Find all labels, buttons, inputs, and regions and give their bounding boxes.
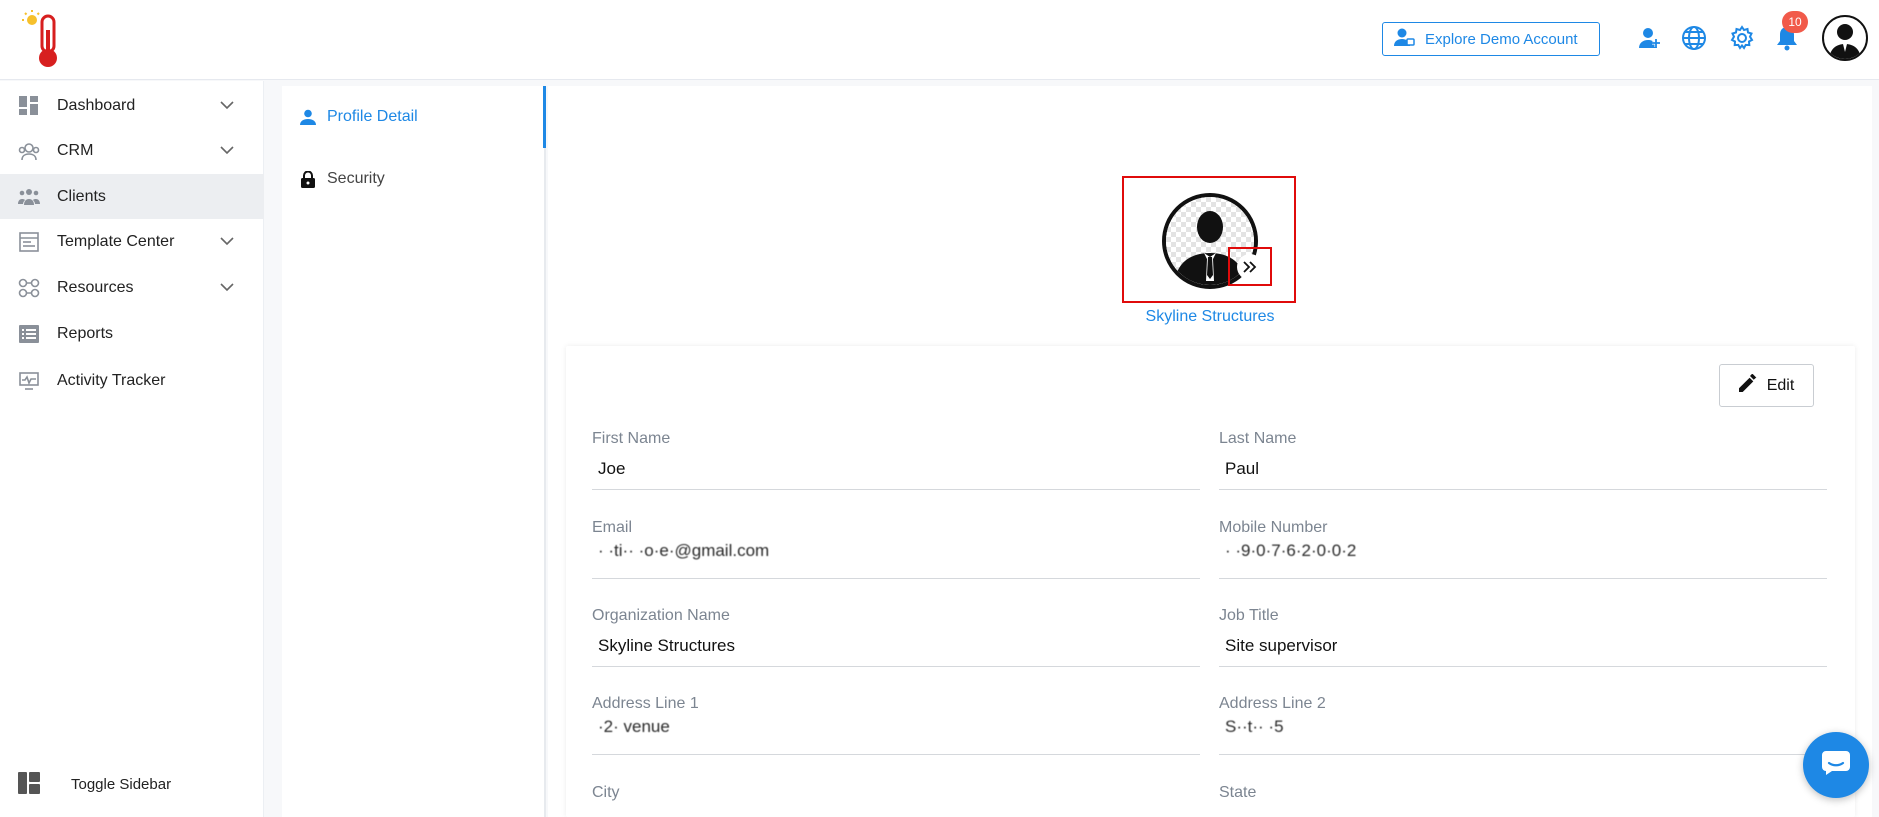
clients-icon — [18, 186, 40, 208]
field-label: Mobile Number — [1219, 519, 1328, 536]
sidebar-item-crm[interactable]: CRM — [0, 128, 264, 173]
thermometer-logo-icon[interactable] — [18, 8, 78, 70]
sidebar-item-dashboard[interactable]: Dashboard — [0, 83, 264, 128]
field-value: ·2· venue — [598, 717, 670, 736]
person-icon — [299, 108, 317, 126]
last-name-field[interactable]: Last Name Paul — [1219, 430, 1827, 490]
top-header: Explore Demo Account 10 — [0, 0, 1879, 80]
sidebar-item-clients[interactable]: Clients — [0, 174, 264, 219]
field-label: Email — [592, 519, 633, 536]
tab-profile-detail[interactable]: Profile Detail — [282, 97, 544, 137]
edit-label: Edit — [1766, 376, 1795, 394]
field-value: · ·9·0·7·6·2·0·0·2 — [1225, 541, 1357, 560]
field-label: Address Line 1 — [592, 695, 699, 712]
email-field[interactable]: Email · ·ti·· ·o·e·@gmail.com — [592, 519, 1200, 579]
state-field[interactable]: State — [1219, 784, 1827, 817]
chat-support-button[interactable] — [1803, 732, 1869, 798]
field-label: City — [592, 784, 620, 801]
activity-icon — [18, 370, 40, 392]
field-label: Address Line 2 — [1219, 695, 1326, 712]
sidebar-item-label: CRM — [57, 141, 94, 159]
toggle-sidebar-button[interactable]: Toggle Sidebar — [0, 764, 264, 804]
field-label: Job Title — [1219, 607, 1279, 624]
job-title-field[interactable]: Job Title Site supervisor — [1219, 607, 1827, 667]
explore-demo-label: Explore Demo Account — [1425, 30, 1578, 48]
sidebar-item-label: Template Center — [57, 232, 175, 250]
address-line-1-field[interactable]: Address Line 1 ·2· venue — [592, 695, 1200, 755]
field-value: Site supervisor — [1225, 636, 1338, 655]
address-line-2-field[interactable]: Address Line 2 S··t·· ·5 — [1219, 695, 1827, 755]
add-user-icon[interactable] — [1636, 24, 1664, 52]
tab-profile-detail-label: Profile Detail — [327, 108, 418, 125]
company-name: Skyline Structures — [1145, 308, 1275, 325]
globe-icon[interactable] — [1680, 24, 1708, 52]
dashboard-icon — [18, 95, 40, 117]
field-value: Skyline Structures — [598, 636, 735, 655]
sidebar-item-label: Activity Tracker — [57, 371, 166, 389]
pencil-icon — [1738, 374, 1757, 397]
lock-icon — [299, 170, 317, 188]
chat-icon — [1822, 750, 1850, 780]
sidebar-item-resources[interactable]: Resources — [0, 265, 264, 310]
chevron-down-icon — [220, 146, 234, 155]
tab-security-label: Security — [327, 170, 385, 187]
field-label: State — [1219, 784, 1257, 801]
toggle-sidebar-label: Toggle Sidebar — [71, 775, 172, 793]
change-picture-button[interactable] — [1228, 247, 1272, 286]
tab-security[interactable]: Security — [282, 159, 544, 199]
field-value: S··t·· ·5 — [1225, 717, 1284, 736]
first-name-field[interactable]: First Name Joe — [592, 430, 1200, 490]
sidebar-item-reports[interactable]: Reports — [0, 311, 264, 356]
sidebar-item-label: Resources — [57, 278, 134, 296]
chevron-down-icon — [220, 237, 234, 246]
field-value: · ·ti·· ·o·e·@gmail.com — [598, 541, 770, 560]
reports-icon — [18, 323, 40, 345]
organization-name-field[interactable]: Organization Name Skyline Structures — [592, 607, 1200, 667]
crm-icon — [18, 140, 40, 162]
double-chevron-right-icon — [1237, 253, 1263, 280]
city-field[interactable]: City — [592, 784, 1200, 817]
template-icon — [18, 231, 40, 253]
sidebar-item-activity-tracker[interactable]: Activity Tracker — [0, 358, 264, 403]
field-value: Paul — [1225, 459, 1260, 478]
gear-icon[interactable] — [1728, 24, 1756, 52]
mobile-number-field[interactable]: Mobile Number · ·9·0·7·6·2·0·0·2 — [1219, 519, 1827, 579]
field-label: First Name — [592, 430, 671, 447]
notification-badge: 10 — [1782, 11, 1808, 33]
sidebar-item-label: Clients — [57, 187, 106, 205]
user-switch-icon — [1393, 27, 1415, 51]
sidebar-item-label: Reports — [57, 324, 114, 342]
edit-button[interactable]: Edit — [1719, 364, 1814, 407]
field-label: Last Name — [1219, 430, 1297, 447]
sidebar-item-template-center[interactable]: Template Center — [0, 219, 264, 264]
field-value: Joe — [598, 459, 626, 478]
chevron-down-icon — [220, 283, 234, 292]
chevron-down-icon — [220, 101, 234, 110]
sidebar-toggle-icon — [18, 772, 42, 796]
field-label: Organization Name — [592, 607, 730, 624]
explore-demo-account-button[interactable]: Explore Demo Account — [1382, 22, 1600, 56]
user-avatar[interactable] — [1822, 15, 1868, 61]
resources-icon — [18, 277, 40, 299]
sidebar-item-label: Dashboard — [57, 96, 136, 114]
